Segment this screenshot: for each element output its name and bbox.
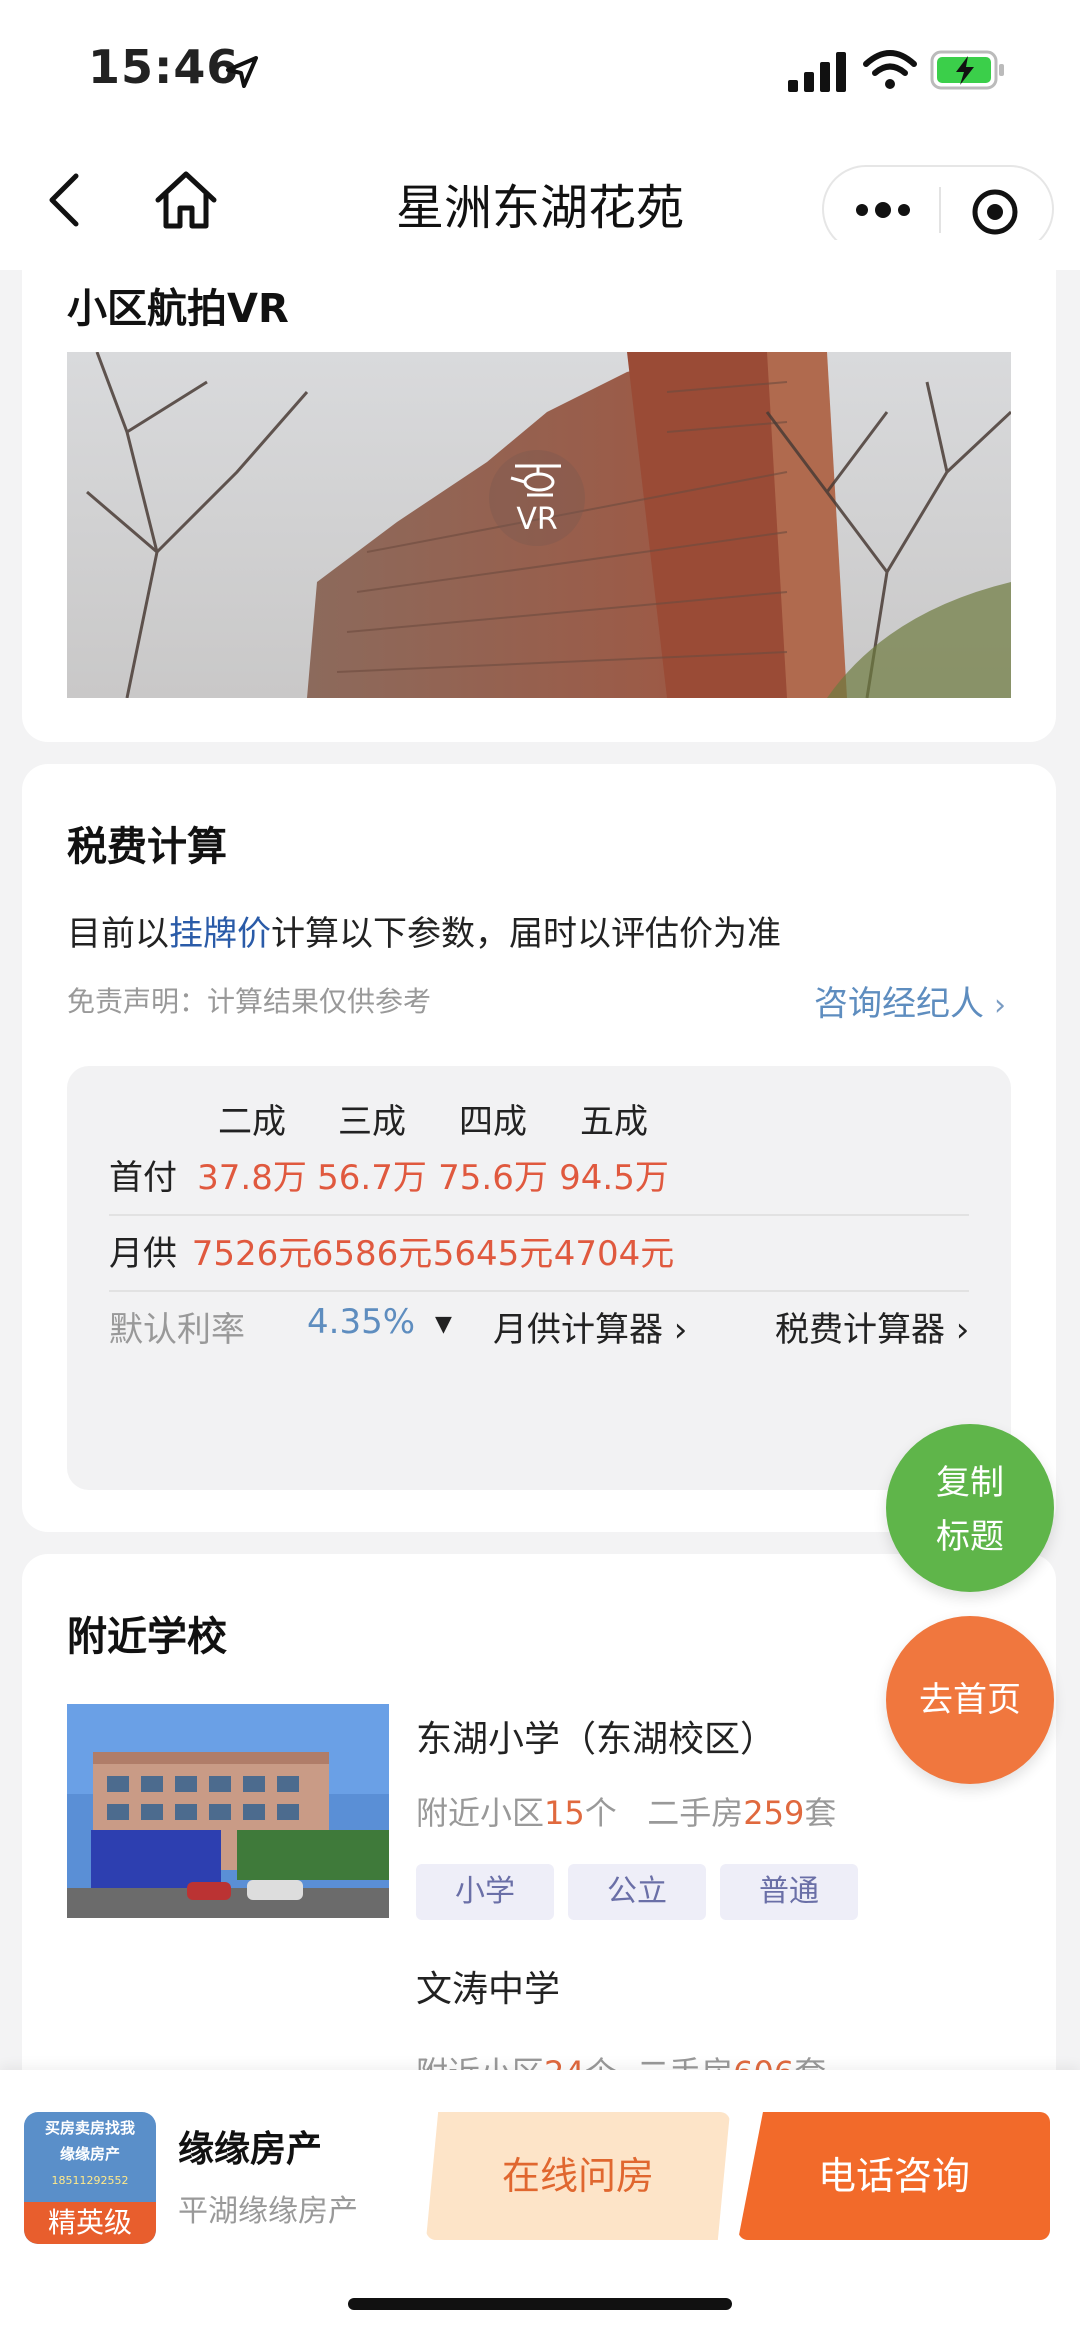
interest-rate-selector[interactable]: 4.35% (307, 1302, 415, 1342)
nearby-count: 15 (544, 1794, 585, 1832)
tax-table: 二成 三成 四成 五成 首付 37.8万 56.7万 75.6万 94.5万 月… (67, 1066, 1011, 1490)
copy-title-button[interactable]: 复制 标题 (886, 1424, 1054, 1592)
drone-helicopter-icon (510, 464, 561, 497)
col-head-20pct: 二成 (218, 1102, 286, 1142)
battery-charging-icon (930, 50, 1004, 90)
copy-title-line2: 标题 (936, 1517, 1004, 1557)
school-tag: 公立 (568, 1864, 706, 1920)
status-bar: 15:46 (0, 0, 1080, 140)
avatar-line2: 缘缘房产 (59, 2145, 120, 2163)
online-inquiry-button[interactable]: 在线问房 (426, 2112, 730, 2240)
school-tag: 小学 (416, 1864, 554, 1920)
vr-section-title: 小区航拍VR (67, 286, 289, 332)
more-options-icon[interactable] (850, 189, 916, 231)
row-label-monthly-payment: 月供 (109, 1234, 177, 1274)
resale-prefix: 二手房 (647, 1794, 744, 1832)
tax-desc-suffix: 计算以下参数，届时以评估价为准 (271, 914, 781, 954)
vr-badge[interactable]: VR (489, 450, 585, 546)
col-head-40pct: 四成 (459, 1102, 527, 1142)
down-payment-cell: 94.5万 (559, 1158, 669, 1198)
home-indicator (348, 2298, 732, 2310)
nearby-prefix: 附近小区 (416, 1794, 545, 1832)
agent-name: 缘缘房产 (178, 2129, 323, 2170)
school-name[interactable]: 东湖小学（东湖校区） (416, 1710, 776, 1762)
agent-company: 平湖缘缘房产 (178, 2194, 358, 2229)
wifi-icon (863, 50, 917, 89)
school-stats: 附近小区15个 二手房259套 (416, 1788, 836, 1834)
listing-price-highlight: 挂牌价 (169, 914, 271, 954)
default-rate-label: 默认利率 (109, 1310, 245, 1350)
school-name[interactable]: 文涛中学 (416, 1960, 560, 2012)
schools-section-title: 附近学校 (67, 1614, 227, 1660)
cellular-signal-icon (788, 52, 846, 92)
row-divider (109, 1290, 969, 1292)
capsule-divider (939, 187, 941, 233)
go-home-button[interactable]: 去首页 (886, 1616, 1054, 1784)
vr-card: 小区航拍VR VR (22, 240, 1056, 742)
page: 15:46 星洲东湖花苑 小区航拍VR VR 税费计算 目前以挂牌价计算以下参数… (0, 0, 1080, 2337)
tax-section-title: 税费计算 (67, 824, 227, 870)
agent-level-badge: 精英级 (24, 2202, 156, 2244)
consult-agent-label: 咨询经纪人 (814, 984, 984, 1024)
resale-count: 259 (743, 1794, 805, 1832)
vr-label: VR (516, 502, 558, 537)
row-label-down-payment: 首付 (109, 1158, 177, 1198)
avatar-line1: 买房卖房找我 (44, 2119, 135, 2137)
nearby-unit: 个 (584, 1794, 617, 1832)
tax-desc-prefix: 目前以 (67, 914, 169, 954)
chevron-right-icon: › (994, 988, 1006, 1023)
home-icon[interactable] (150, 166, 222, 234)
close-miniprogram-icon[interactable] (970, 187, 1020, 237)
avatar-phone: 18511292552 (51, 2174, 129, 2187)
col-head-30pct: 三成 (338, 1102, 406, 1142)
copy-title-line1: 复制 (936, 1463, 1004, 1503)
agent-avatar[interactable]: 买房卖房找我 缘缘房产 18511292552 精英级 (24, 2112, 156, 2244)
school-tag: 普通 (720, 1864, 858, 1920)
bottom-agent-bar: 买房卖房找我 缘缘房产 18511292552 精英级 缘缘房产 平湖缘缘房产 … (0, 2070, 1080, 2337)
back-arrow-icon[interactable] (38, 168, 98, 232)
disclaimer-text: 免责声明：计算结果仅供参考 (67, 985, 432, 1018)
tax-description: 目前以挂牌价计算以下参数，届时以评估价为准 (67, 906, 781, 955)
school-photo[interactable] (67, 1704, 389, 1918)
location-arrow-icon (226, 56, 258, 88)
monthly-payment-cell: 4704元 (553, 1234, 675, 1274)
monthly-calculator-link[interactable]: 月供计算器 › (493, 1302, 687, 1351)
col-head-50pct: 五成 (580, 1102, 648, 1142)
nearby-schools-card: 附近学校 东湖小学（东湖校区） 附近小区15个 二手房259套 小学 公立 普通… (22, 1554, 1056, 2114)
status-time: 15:46 (88, 40, 240, 94)
resale-unit: 套 (804, 1794, 837, 1832)
phone-consult-button[interactable]: 电话咨询 (738, 2112, 1050, 2240)
tax-calculator-link[interactable]: 税费计算器 › (775, 1302, 969, 1351)
tax-card: 税费计算 目前以挂牌价计算以下参数，届时以评估价为准 免责声明：计算结果仅供参考… (22, 764, 1056, 1532)
consult-agent-link[interactable]: 咨询经纪人 › (814, 976, 1006, 1025)
school-building-image (67, 1704, 389, 1918)
caret-down-icon[interactable]: ▼ (435, 1312, 452, 1337)
aerial-vr-image[interactable]: VR (67, 352, 1011, 698)
row-divider (109, 1214, 969, 1216)
